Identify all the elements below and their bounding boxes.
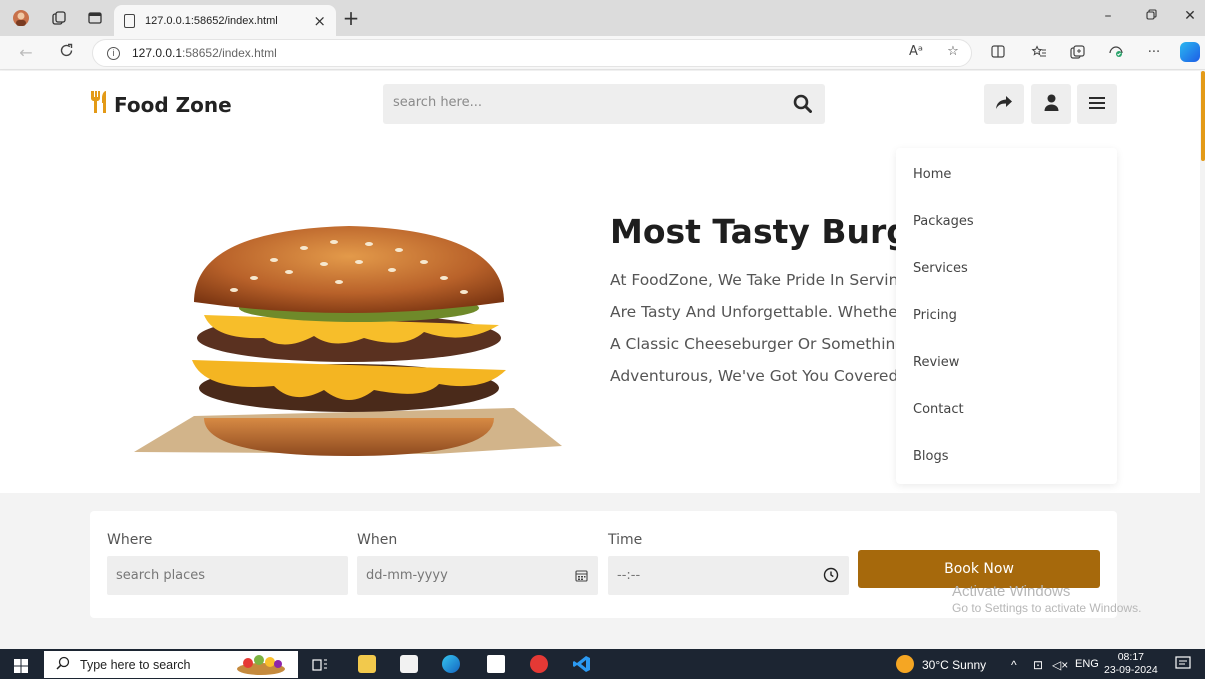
utensils-icon bbox=[89, 90, 111, 119]
menu-item-review[interactable]: Review bbox=[913, 355, 959, 370]
search-bar bbox=[383, 84, 825, 124]
hero-content: Most Tasty Burger At FoodZone, We Take P… bbox=[600, 200, 898, 400]
copilot-icon[interactable] bbox=[1180, 42, 1200, 62]
site-info-icon[interactable]: i bbox=[107, 46, 120, 60]
url-host: 127.0.0.1 bbox=[132, 46, 183, 60]
watermark-title: Activate Windows bbox=[952, 583, 1071, 600]
where-placeholder: search places bbox=[116, 568, 206, 583]
share-icon bbox=[995, 95, 1013, 114]
burger-image bbox=[134, 220, 564, 460]
menu-item-contact[interactable]: Contact bbox=[913, 402, 964, 417]
back-icon[interactable]: ← bbox=[16, 43, 36, 62]
mail-icon[interactable] bbox=[487, 655, 505, 673]
time-input[interactable]: --:-- bbox=[608, 556, 849, 595]
watermark-subtitle: Go to Settings to activate Windows. bbox=[952, 601, 1142, 615]
browser-tab[interactable]: 127.0.0.1:58652/index.html × bbox=[114, 5, 336, 36]
hero-description: At FoodZone, We Take Pride In Serving Bu… bbox=[610, 271, 898, 385]
user-icon bbox=[1044, 94, 1059, 115]
profile-avatar-icon[interactable] bbox=[12, 9, 30, 27]
speaker-muted-icon[interactable]: ◁× bbox=[1052, 658, 1068, 672]
wps-office-icon[interactable] bbox=[530, 655, 548, 673]
where-input[interactable]: search places bbox=[107, 556, 348, 595]
split-screen-icon[interactable] bbox=[988, 45, 1008, 62]
search-icon[interactable] bbox=[793, 94, 812, 117]
user-button[interactable] bbox=[1031, 84, 1071, 124]
time-placeholder: --:-- bbox=[617, 568, 641, 583]
search-icon bbox=[56, 655, 70, 674]
more-options-icon[interactable]: ··· bbox=[1144, 45, 1164, 60]
favorites-icon[interactable] bbox=[1029, 45, 1049, 62]
nav-dropdown-menu: Home Packages Services Pricing Review Co… bbox=[896, 148, 1117, 484]
windows-taskbar: Type here to search 30°C Sunny ^ ⊡ ◁× EN… bbox=[0, 649, 1205, 679]
close-window-icon[interactable]: ✕ bbox=[1180, 8, 1200, 24]
hero-title: Most Tasty Burger bbox=[610, 212, 898, 251]
minimize-icon[interactable]: – bbox=[1098, 8, 1118, 24]
store-icon[interactable] bbox=[400, 655, 418, 673]
scrollbar-thumb[interactable] bbox=[1201, 71, 1205, 161]
collections-icon[interactable] bbox=[1067, 45, 1087, 64]
refresh-icon[interactable] bbox=[56, 43, 76, 62]
file-explorer-icon[interactable] bbox=[358, 655, 376, 673]
vscode-icon[interactable] bbox=[573, 655, 591, 673]
when-label: When bbox=[357, 532, 398, 548]
weather-icon[interactable] bbox=[896, 655, 914, 673]
menu-item-home[interactable]: Home bbox=[913, 167, 951, 182]
food-basket-icon bbox=[234, 652, 288, 679]
network-icon[interactable]: ⊡ bbox=[1033, 658, 1043, 672]
taskbar-clock[interactable]: 08:17 23-09-2024 bbox=[1104, 651, 1158, 677]
notifications-icon[interactable] bbox=[1175, 656, 1191, 675]
url-path: :58652/index.html bbox=[182, 46, 277, 60]
time-label: Time bbox=[608, 532, 643, 548]
workspaces-icon[interactable] bbox=[50, 9, 68, 27]
clock-date: 23-09-2024 bbox=[1104, 664, 1158, 676]
menu-button[interactable] bbox=[1077, 84, 1117, 124]
restore-icon[interactable] bbox=[1141, 8, 1161, 24]
where-label: Where bbox=[107, 532, 153, 548]
weather-text[interactable]: 30°C Sunny bbox=[922, 658, 986, 672]
logo-text: Food Zone bbox=[114, 92, 232, 117]
edge-icon[interactable] bbox=[442, 655, 460, 673]
taskbar-search-placeholder: Type here to search bbox=[80, 657, 191, 672]
windows-start-icon[interactable] bbox=[14, 658, 28, 677]
page-icon bbox=[124, 13, 135, 28]
share-button[interactable] bbox=[984, 84, 1024, 124]
menu-item-packages[interactable]: Packages bbox=[913, 214, 974, 229]
activation-watermark: Activate Windows Go to Settings to activ… bbox=[952, 583, 1141, 615]
browser-tab-strip: 127.0.0.1:58652/index.html × + – ✕ bbox=[0, 0, 1205, 36]
menu-item-blogs[interactable]: Blogs bbox=[913, 449, 949, 464]
search-input[interactable] bbox=[393, 95, 773, 110]
read-aloud-icon[interactable]: Aᵃ bbox=[906, 44, 926, 59]
menu-item-pricing[interactable]: Pricing bbox=[913, 308, 957, 323]
address-input[interactable]: i 127.0.0.1:58652/index.html bbox=[92, 39, 972, 67]
calendar-icon[interactable] bbox=[575, 567, 588, 586]
extensions-icon[interactable] bbox=[1106, 45, 1126, 63]
vertical-tabs-icon[interactable] bbox=[86, 9, 104, 27]
favorite-star-icon[interactable]: ☆ bbox=[943, 44, 963, 59]
date-input[interactable]: dd-mm-yyyy bbox=[357, 556, 598, 595]
hamburger-icon bbox=[1089, 95, 1105, 114]
tab-close-icon[interactable]: × bbox=[313, 12, 326, 30]
logo[interactable]: Food Zone bbox=[89, 90, 232, 119]
tray-chevron-icon[interactable]: ^ bbox=[1011, 658, 1017, 672]
address-bar-row: ← i 127.0.0.1:58652/index.html Aᵃ ☆ ··· bbox=[0, 36, 1205, 70]
menu-item-services[interactable]: Services bbox=[913, 261, 968, 276]
language-indicator[interactable]: ENG bbox=[1075, 658, 1099, 670]
clock-time: 08:17 bbox=[1117, 651, 1144, 663]
tab-title: 127.0.0.1:58652/index.html bbox=[145, 14, 278, 27]
new-tab-button[interactable]: + bbox=[340, 6, 362, 30]
task-view-icon[interactable] bbox=[312, 657, 330, 675]
date-placeholder: dd-mm-yyyy bbox=[366, 568, 448, 583]
taskbar-search-box[interactable]: Type here to search bbox=[44, 651, 298, 678]
site-header: Food Zone bbox=[0, 71, 1200, 137]
clock-icon[interactable] bbox=[823, 567, 839, 587]
